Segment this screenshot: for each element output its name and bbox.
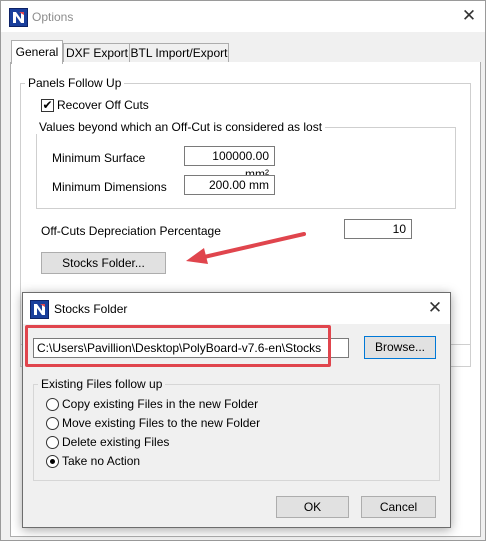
stocks-folder-dialog: Stocks Folder ✕ C:\Users\Pavillion\Deskt…: [22, 292, 451, 528]
values-lost-group: Values beyond which an Off-Cut is consid…: [36, 120, 456, 209]
app-icon: [9, 8, 28, 27]
group-legend: Existing Files follow up: [38, 377, 166, 391]
window-title: Options: [32, 10, 74, 24]
title-bar: Options ✕: [1, 1, 485, 32]
ok-button[interactable]: OK: [276, 496, 349, 518]
radio-copy-files[interactable]: [46, 398, 59, 411]
browse-button[interactable]: Browse...: [364, 336, 436, 359]
radio-copy-label: Copy existing Files in the new Folder: [62, 397, 259, 411]
min-surface-label: Minimum Surface: [52, 151, 146, 165]
tab-general[interactable]: General: [11, 40, 63, 64]
close-icon[interactable]: ✕: [459, 6, 479, 26]
radio-delete-files[interactable]: [46, 436, 59, 449]
dialog-title: Stocks Folder: [54, 302, 128, 316]
tab-label: BTL Import/Export: [130, 46, 228, 60]
radio-selected-dot: [50, 459, 55, 464]
tab-btl-import-export[interactable]: BTL Import/Export: [129, 43, 229, 63]
dialog-title-bar: Stocks Folder ✕: [23, 293, 450, 324]
min-dimensions-field[interactable]: 200.00 mm: [184, 175, 275, 195]
recover-off-cuts-checkbox[interactable]: ✔: [41, 99, 54, 112]
min-surface-field[interactable]: 100000.00 mm²: [184, 146, 275, 181]
radio-take-no-action[interactable]: [46, 455, 59, 468]
stocks-folder-button[interactable]: Stocks Folder...: [41, 252, 166, 274]
recover-off-cuts-label: Recover Off Cuts: [57, 98, 149, 112]
group-legend: Values beyond which an Off-Cut is consid…: [36, 120, 326, 134]
cancel-button[interactable]: Cancel: [361, 496, 436, 518]
radio-move-label: Move existing Files to the new Folder: [62, 416, 261, 430]
radio-move-files[interactable]: [46, 417, 59, 430]
checkmark-icon: ✔: [42, 98, 53, 112]
dialog-app-icon: [30, 300, 49, 319]
annotation-highlight-box: [25, 325, 331, 367]
dialog-close-icon[interactable]: ✕: [425, 298, 445, 318]
min-dimensions-label: Minimum Dimensions: [52, 180, 167, 194]
tab-dxf-export[interactable]: DXF Export: [63, 43, 131, 63]
app-logo-icon: [10, 9, 27, 26]
existing-files-group: Existing Files follow up Copy existing F…: [33, 377, 440, 481]
group-legend: Panels Follow Up: [25, 76, 125, 90]
app-logo-icon: [31, 301, 48, 318]
depreciation-field[interactable]: 10: [344, 219, 412, 239]
tab-label: General: [15, 45, 59, 59]
radio-delete-label: Delete existing Files: [62, 435, 170, 449]
annotation-arrow-icon: [186, 232, 306, 264]
radio-no-action-label: Take no Action: [62, 454, 141, 468]
tab-label: DXF Export: [65, 46, 128, 60]
